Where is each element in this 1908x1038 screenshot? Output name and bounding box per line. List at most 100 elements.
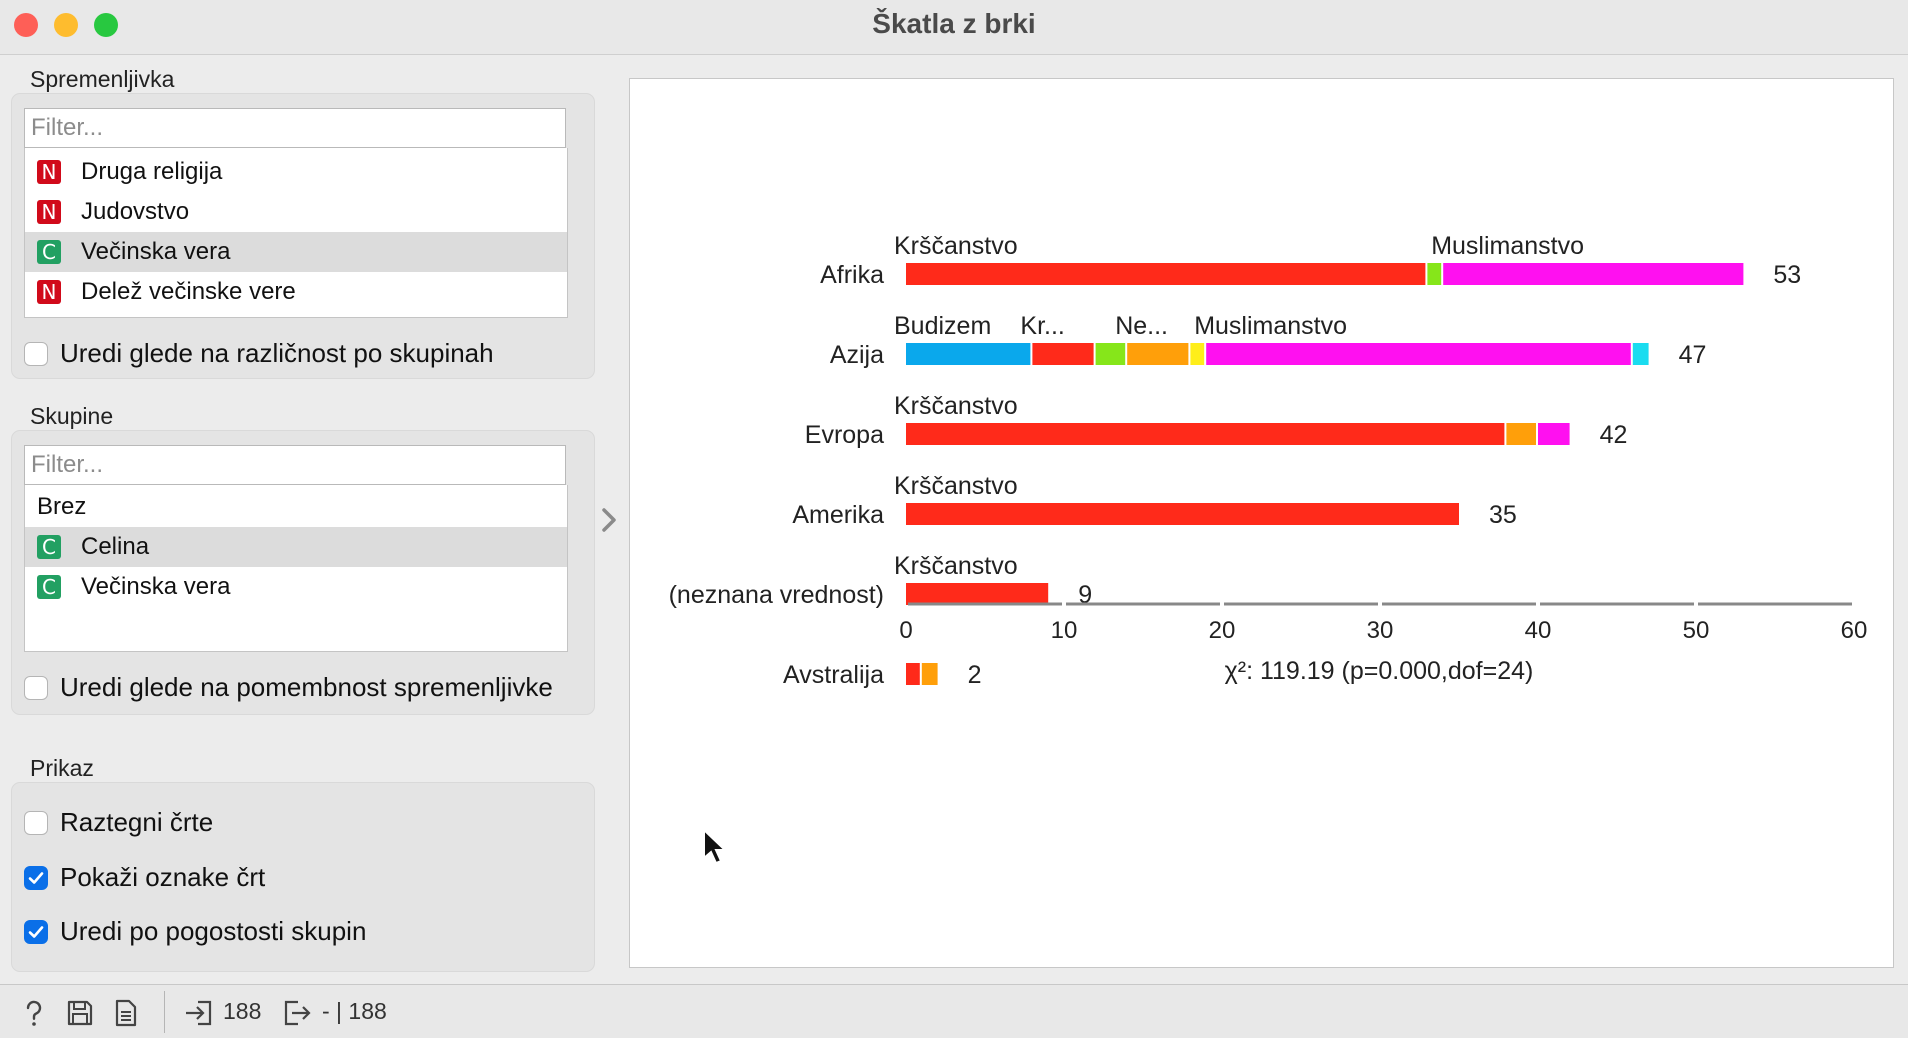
sort-by-frequency-checkbox[interactable]: Uredi po pogostosti skupin [24,916,366,947]
checkbox-box[interactable] [24,675,48,700]
category-label: Avstralija [783,661,884,689]
status-bar: 188 - | 188 [0,984,1908,1038]
bar-segment-label: Ne... [1115,312,1168,340]
x-tick-label: 50 [1683,617,1710,644]
bar-segment [1095,343,1126,365]
groups-list[interactable]: Brez C Celina C Večinska vera [24,485,568,652]
show-bar-labels-checkbox[interactable]: Pokaži oznake črt [24,862,265,893]
x-tick-label: 40 [1525,617,1552,644]
bar-segment [921,663,938,685]
stacked-bar-chart: Afrika Krščanstvo Muslimanstvo 53 Azija Budiz… [669,232,1868,689]
window-title: Škatla z brki [872,8,1036,39]
help-icon[interactable] [20,999,48,1027]
bar-segment-label: Budizem [894,312,991,340]
checkmark-icon [28,925,44,938]
bar-segment [906,583,1049,605]
variable-list[interactable]: N Druga religija N Judovstvo C Večinska … [24,148,568,318]
variable-item-judovstvo[interactable]: N Judovstvo [25,192,567,232]
group-item-vecinska-vera[interactable]: C Večinska vera [25,567,567,607]
bar-segment [906,503,1459,525]
order-by-difference-checkbox[interactable]: Uredi glede na različnost po skupinah [24,338,494,369]
save-icon[interactable] [66,999,94,1027]
group-item-label: Brez [37,493,87,520]
status-bar-divider [164,991,165,1033]
bar-segment-label: Krščanstvo [894,392,1018,420]
checkbox-label: Uredi glede na pomembnost spremenljivke [60,672,553,702]
checkbox-label: Uredi glede na različnost po skupinah [60,338,494,368]
variable-item-label: Druga religija [81,158,223,185]
category-label: Amerika [792,501,884,529]
group-item-label: Celina [81,533,150,560]
window: Škatla z brki Spremenljivka N Druga reli… [0,0,1908,1038]
variable-section-title: Spremenljivka [30,66,175,92]
bar-segment-label: Krščanstvo [894,552,1018,580]
numeric-variable-icon: N [37,200,61,224]
input-data-icon [186,1000,212,1026]
bar-segment [1506,423,1536,445]
bar-segment [1538,423,1570,445]
checkbox-label: Raztegni črte [60,807,214,837]
title-bar: Škatla z brki [0,0,1908,55]
checkbox-label: Pokaži oznake črt [60,862,266,892]
category-total: 47 [1679,341,1707,369]
checkbox-box-checked[interactable] [24,865,48,890]
bar-segment-label: Krščanstvo [894,472,1018,500]
x-tick-label: 10 [1051,617,1078,644]
bar-segment-label: Muslimanstvo [1431,232,1584,260]
variable-filter-input[interactable] [24,108,566,148]
report-icon[interactable] [113,999,139,1027]
bar-segment [1032,343,1094,365]
stretch-bars-checkbox[interactable]: Raztegni črte [24,807,213,838]
checkbox-box[interactable] [24,341,48,366]
category-total: 35 [1489,501,1517,529]
x-tick-label: 30 [1367,617,1394,644]
category-label: Azija [830,341,884,369]
input-count: 188 [223,998,262,1024]
variable-item-label: Večinska vera [81,238,231,265]
categorical-variable-icon: C [37,240,61,264]
bar-segment [1127,343,1189,365]
category-total: 2 [968,661,982,689]
bar-segment [1632,343,1649,365]
groups-filter-input[interactable] [24,445,566,485]
variable-item-delez-vecinske-vere[interactable]: N Delež večinske vere [25,272,567,312]
bar-segment-label: Kr... [1020,312,1064,340]
variable-item-druga-religija[interactable]: N Druga religija [25,152,567,192]
output-data-icon [284,1000,311,1026]
order-by-importance-checkbox[interactable]: Uredi glede na pomembnost spremenljivke [24,672,553,703]
categorical-variable-icon: C [37,535,61,559]
x-tick-label: 0 [899,617,912,644]
bar-segment [906,663,920,685]
category-label: Afrika [820,261,884,289]
bar-segment [1443,263,1744,285]
bar-segment-label: Muslimanstvo [1194,312,1347,340]
bar-segment [1206,343,1631,365]
collapse-panel-chevron-icon[interactable] [598,500,622,540]
numeric-variable-icon: N [37,280,61,304]
category-label: Evropa [805,421,884,449]
category-total: 53 [1773,261,1801,289]
variable-item-label: Delež večinske vere [81,278,296,305]
display-section-title: Prikaz [30,755,94,781]
category-label: (neznana vrednost) [669,581,884,609]
groups-section-title: Skupine [30,403,114,429]
x-tick-label: 60 [1841,617,1868,644]
checkmark-icon [28,871,44,884]
bar-segment [1190,343,1205,365]
categorical-variable-icon: C [37,575,61,599]
output-count: - | 188 [322,998,387,1024]
variable-item-vecinska-vera[interactable]: C Večinska vera [25,232,567,272]
chi-square-statistic: χ²: 119.19 (p=0.000,dof=24) [1225,657,1534,685]
checkbox-box-checked[interactable] [24,919,48,944]
bar-segment-label: Krščanstvo [894,232,1018,260]
group-item-brez[interactable]: Brez [25,487,567,527]
variable-item-label: Judovstvo [81,198,190,225]
x-tick-label: 20 [1209,617,1236,644]
checkbox-box[interactable] [24,810,48,835]
mouse-cursor-icon [703,828,728,865]
box-plot-area: Afrika Krščanstvo Muslimanstvo 53 Azija Budiz… [629,78,1894,968]
bar-segment [906,263,1426,285]
bar-segment [1427,263,1442,285]
group-item-celina[interactable]: C Celina [25,527,567,567]
bar-segment [906,423,1505,445]
